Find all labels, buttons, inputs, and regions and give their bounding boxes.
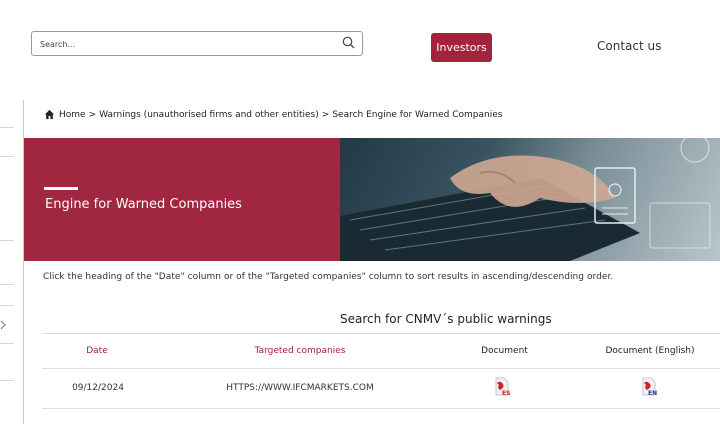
pdf-es-icon[interactable]: ES xyxy=(494,377,510,397)
svg-text:ES: ES xyxy=(502,390,510,397)
row-company: HTTPS://WWW.IFCMARKETS.COM xyxy=(226,383,374,393)
sidebar xyxy=(0,100,24,424)
search-box[interactable] xyxy=(31,31,363,56)
site-header: Investors Contact us xyxy=(0,0,720,100)
banner-image xyxy=(340,138,720,261)
breadcrumb-separator: > xyxy=(88,109,97,120)
breadcrumb: Home > Warnings (unauthorised firms and … xyxy=(44,109,502,120)
sidebar-divider xyxy=(0,380,14,381)
search-icon[interactable] xyxy=(341,35,357,51)
breadcrumb-warnings[interactable]: Warnings (unauthorised firms and other e… xyxy=(99,110,319,120)
column-header-targeted-companies[interactable]: Targeted companies xyxy=(240,346,360,356)
breadcrumb-current: Search Engine for Warned Companies xyxy=(332,109,503,120)
laptop-hand-illustration xyxy=(340,138,711,261)
svg-text:EN: EN xyxy=(648,390,657,397)
banner-accent-line xyxy=(44,187,78,190)
breadcrumb-home[interactable]: Home xyxy=(59,110,86,120)
sort-instructions: Click the heading of the "Date" column o… xyxy=(43,272,614,282)
sidebar-divider xyxy=(0,284,14,285)
table-row: 09/12/2024 HTTPS://WWW.IFCMARKETS.COM ES… xyxy=(42,369,720,409)
contact-us-link[interactable]: Contact us xyxy=(597,39,661,53)
table-header-row: Date Targeted companies Document Documen… xyxy=(42,333,720,369)
column-header-document: Document xyxy=(481,346,528,356)
pdf-en-icon[interactable]: EN xyxy=(641,377,659,397)
chevron-right-icon[interactable] xyxy=(0,320,8,330)
row-date: 09/12/2024 xyxy=(72,383,124,393)
sidebar-divider xyxy=(0,127,14,128)
sidebar-divider xyxy=(0,305,14,306)
column-header-document-english: Document (English) xyxy=(605,346,695,356)
search-input[interactable] xyxy=(40,36,330,52)
investors-button[interactable]: Investors xyxy=(431,33,492,62)
column-header-date[interactable]: Date xyxy=(86,346,108,356)
sidebar-divider xyxy=(0,240,14,241)
banner-title: Engine for Warned Companies xyxy=(45,197,242,212)
breadcrumb-separator: > xyxy=(321,109,330,120)
sidebar-divider xyxy=(0,343,14,344)
table-title: Search for CNMV´s public warnings xyxy=(340,312,552,326)
sidebar-divider xyxy=(0,156,14,157)
hero-banner: Engine for Warned Companies xyxy=(24,138,720,261)
home-icon[interactable] xyxy=(44,109,55,120)
